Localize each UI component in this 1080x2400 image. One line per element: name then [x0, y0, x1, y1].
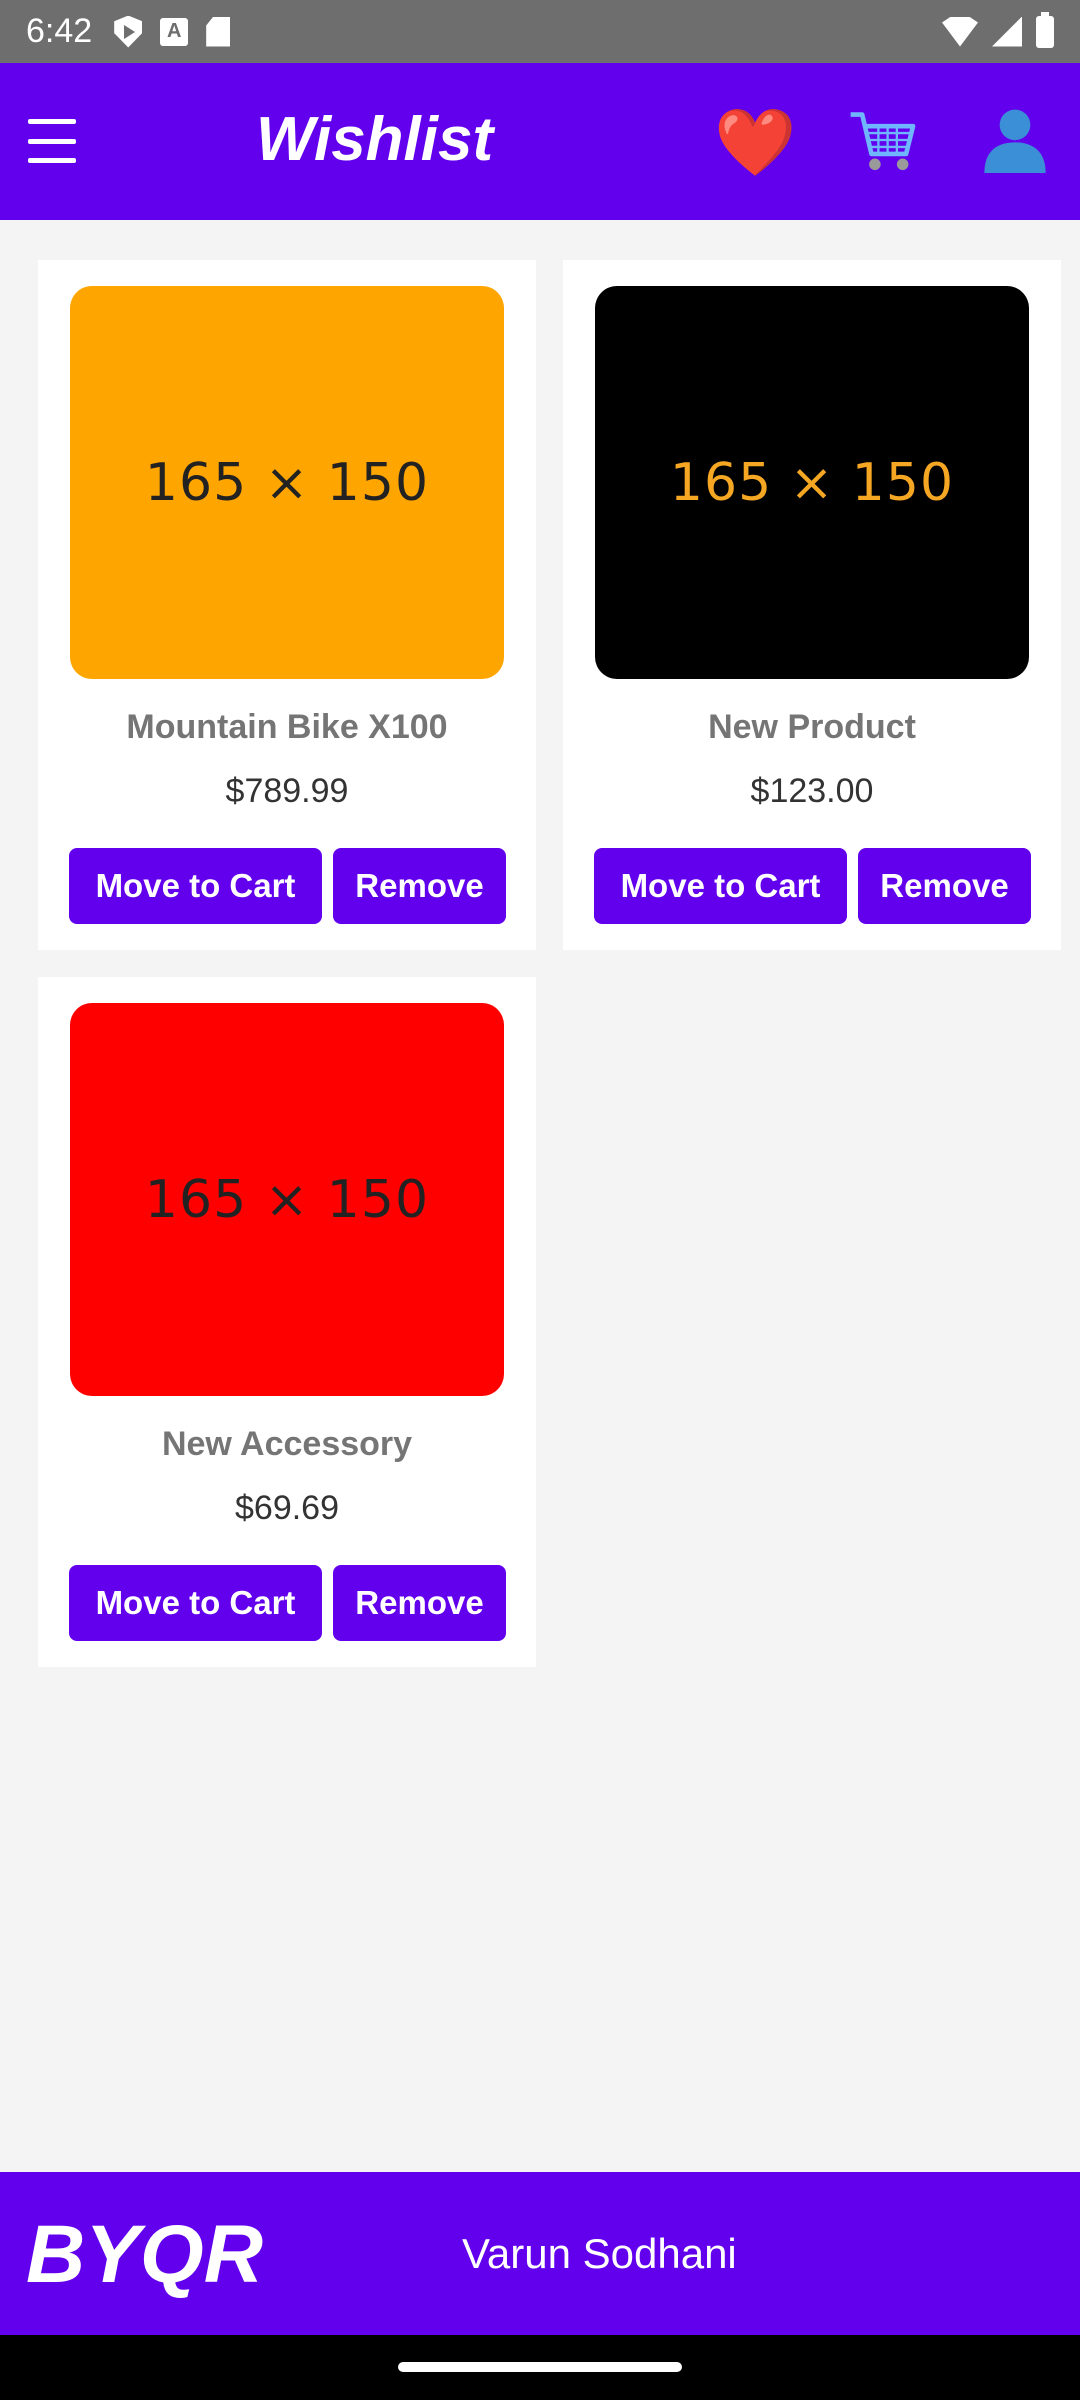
- product-price: $123.00: [750, 772, 874, 810]
- wishlist-item-card: 165 × 150 New Product $123.00 Move to Ca…: [563, 260, 1061, 950]
- product-image-placeholder: 165 × 150: [70, 286, 504, 679]
- remove-button[interactable]: Remove: [333, 1565, 506, 1641]
- footer-author: Varun Sodhani: [462, 2230, 737, 2277]
- status-bar: 6:42 A: [0, 0, 1080, 63]
- remove-button[interactable]: Remove: [858, 848, 1031, 924]
- status-notification-icons: A: [114, 15, 231, 48]
- sd-card-icon: [206, 16, 231, 47]
- shopping-cart-icon[interactable]: [846, 103, 920, 194]
- move-to-cart-button[interactable]: Move to Cart: [69, 1565, 322, 1641]
- footer-brand-logo: BYQR: [26, 2209, 263, 2300]
- product-price: $69.69: [235, 1489, 339, 1527]
- app-header: Wishlist ❤️: [0, 63, 1080, 220]
- wishlist-heart-icon[interactable]: ❤️: [714, 103, 796, 182]
- product-image-placeholder: 165 × 150: [70, 1003, 504, 1396]
- wishlist-item-card: 165 × 150 Mountain Bike X100 $789.99 Mov…: [38, 260, 536, 950]
- play-protect-icon: [114, 15, 143, 48]
- system-navigation-bar: [0, 2335, 1080, 2400]
- move-to-cart-button[interactable]: Move to Cart: [69, 848, 322, 924]
- move-to-cart-button[interactable]: Move to Cart: [594, 848, 847, 924]
- user-profile-icon[interactable]: [980, 103, 1050, 190]
- status-system-icons: [942, 11, 1054, 48]
- battery-icon: [1036, 11, 1054, 48]
- app-footer: BYQR Varun Sodhani: [0, 2172, 1080, 2335]
- remove-button[interactable]: Remove: [333, 848, 506, 924]
- product-name: New Product: [708, 708, 916, 746]
- page-title: Wishlist: [256, 105, 494, 174]
- home-gesture-handle[interactable]: [398, 2362, 682, 2372]
- font-a-icon: A: [160, 17, 189, 46]
- product-price: $789.99: [225, 772, 349, 810]
- status-time: 6:42: [26, 12, 93, 50]
- signal-icon: [992, 16, 1022, 47]
- wishlist-item-card: 165 × 150 New Accessory $69.69 Move to C…: [38, 977, 536, 1667]
- hamburger-menu-icon[interactable]: [28, 119, 76, 163]
- wifi-icon: [942, 16, 978, 47]
- product-name: New Accessory: [161, 1425, 413, 1463]
- product-image-placeholder: 165 × 150: [595, 286, 1029, 679]
- product-name: Mountain Bike X100: [126, 708, 448, 746]
